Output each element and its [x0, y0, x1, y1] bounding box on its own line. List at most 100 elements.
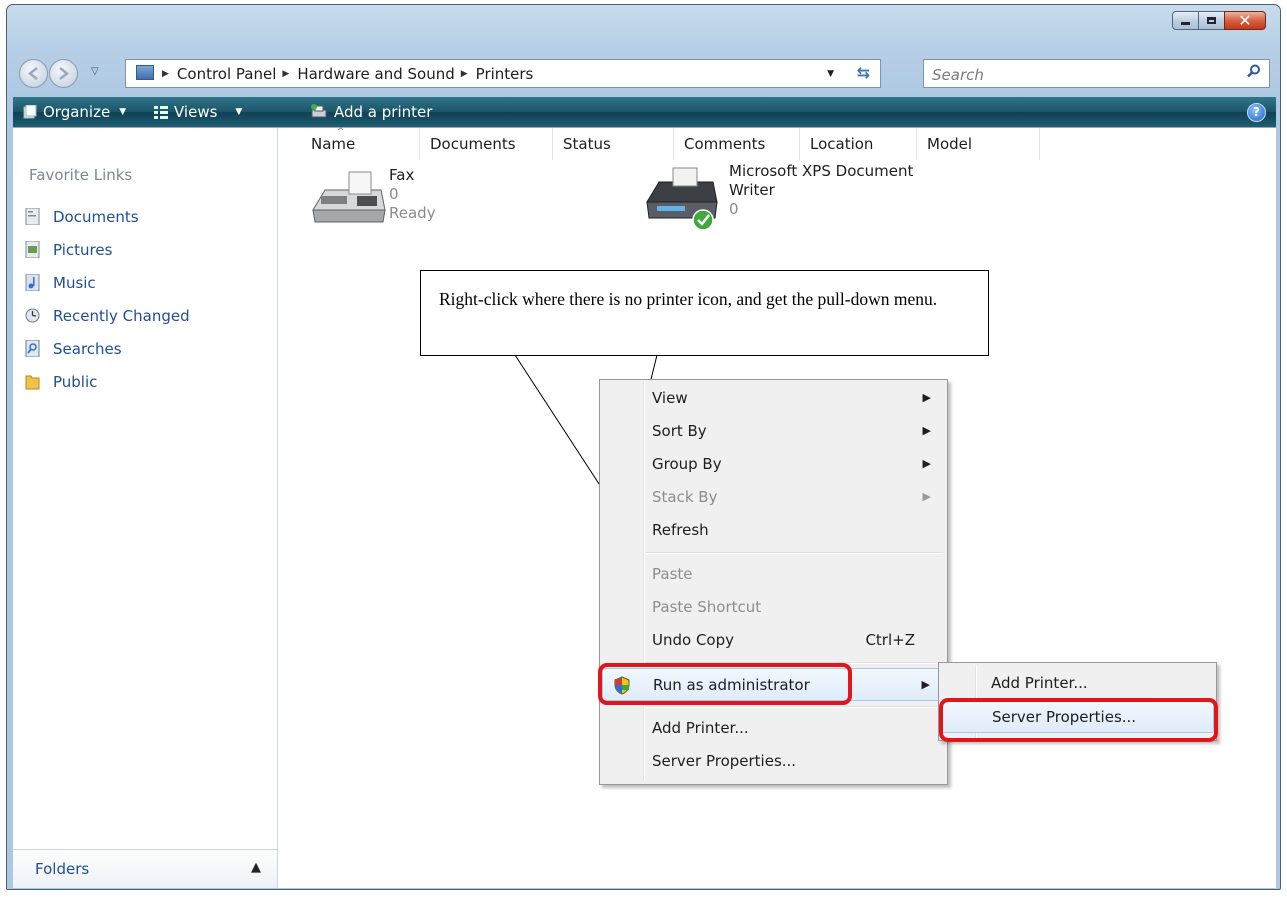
address-dropdown-icon[interactable]: ▼	[827, 69, 834, 79]
views-button[interactable]: Views ▼	[154, 103, 242, 121]
menu-item-label: Refresh	[652, 521, 709, 539]
printer-status: Ready	[389, 204, 436, 222]
menu-item-label: Paste	[652, 565, 693, 583]
uac-shield-icon	[614, 676, 630, 695]
menu-item-add-printer[interactable]: Add Printer...	[602, 712, 945, 745]
back-arrow-icon	[27, 67, 38, 80]
music-icon	[25, 274, 40, 291]
close-icon: ✕	[1238, 10, 1252, 30]
column-header-model[interactable]: Model	[917, 128, 1040, 160]
printer-item-xps[interactable]: Microsoft XPS Document Writer 0	[643, 162, 913, 232]
menu-item-label: Server Properties...	[652, 752, 797, 770]
add-printer-button[interactable]: Add a printer	[310, 103, 432, 121]
nav-item-label: Recently Changed	[53, 306, 190, 325]
maximize-icon	[1207, 17, 1216, 24]
nav-item-label: Music	[53, 273, 96, 292]
column-header-label: Name	[311, 135, 356, 153]
menu-item-run-as-administrator[interactable]: Run as administrator ▶	[602, 668, 945, 701]
search-input[interactable]	[930, 63, 1234, 86]
menu-item-view[interactable]: View ▶	[602, 382, 945, 415]
menu-item-label: View	[652, 389, 688, 407]
chevron-up-icon: ▲	[251, 860, 261, 875]
printer-name: Fax	[389, 166, 415, 184]
menu-item-refresh[interactable]: Refresh	[602, 514, 945, 547]
context-menu: View ▶ Sort By ▶ Group By ▶ Stack By ▶ R…	[599, 379, 948, 785]
organize-button[interactable]: Organize ▼	[23, 103, 126, 121]
close-button[interactable]: ✕	[1224, 11, 1266, 30]
recently-changed-icon	[25, 308, 40, 323]
breadcrumb: ▶ Control Panel ▶ Hardware and Sound ▶ P…	[160, 65, 537, 83]
nav-item-pictures[interactable]: Pictures	[25, 233, 190, 266]
breadcrumb-arrow-icon[interactable]: ▶	[282, 69, 289, 79]
submenu-arrow-icon: ▶	[922, 457, 931, 470]
fax-icon	[312, 171, 386, 223]
favorite-links-title: Favorite Links	[29, 166, 133, 184]
forward-button[interactable]	[49, 59, 78, 88]
back-button[interactable]	[19, 59, 48, 88]
recent-pages-dropdown[interactable]: ▽	[91, 66, 99, 77]
nav-item-recently-changed[interactable]: Recently Changed	[25, 299, 190, 332]
menu-item-label: Add Printer...	[652, 719, 749, 737]
refresh-icon[interactable]: ⇆	[857, 63, 870, 82]
control-panel-icon	[136, 65, 154, 80]
caption-buttons: ✕	[1172, 11, 1266, 30]
menu-item-label: Add Printer...	[991, 674, 1088, 692]
nav-item-label: Documents	[53, 207, 139, 226]
organize-icon	[23, 105, 37, 119]
nav-item-label: Pictures	[53, 240, 113, 259]
submenu-item-add-printer[interactable]: Add Printer...	[941, 667, 1214, 700]
menu-item-paste-shortcut[interactable]: Paste Shortcut	[602, 591, 945, 624]
menu-item-undo-copy[interactable]: Undo Copy Ctrl+Z	[602, 624, 945, 657]
breadcrumb-arrow-icon[interactable]: ▶	[162, 69, 169, 79]
address-bar[interactable]: ▶ Control Panel ▶ Hardware and Sound ▶ P…	[125, 59, 881, 88]
column-header-documents[interactable]: Documents	[420, 128, 553, 160]
breadcrumb-printers[interactable]: Printers	[476, 65, 534, 83]
menu-item-sort-by[interactable]: Sort By ▶	[602, 415, 945, 448]
column-header-name[interactable]: ^ Name	[301, 127, 420, 160]
pictures-icon	[25, 241, 40, 258]
nav-item-music[interactable]: Music	[25, 266, 190, 299]
menu-item-label: Group By	[652, 455, 722, 473]
column-headers: ^ Name Documents Status Comments Locatio…	[301, 127, 1040, 160]
views-icon	[154, 106, 168, 119]
submenu-arrow-icon: ▶	[922, 391, 931, 404]
menu-item-server-properties[interactable]: Server Properties...	[602, 745, 945, 778]
printer-details: Fax 0 Ready	[389, 166, 436, 228]
favorite-links-list: Documents Pictures Music Recently Change…	[25, 200, 190, 398]
help-icon[interactable]: ?	[1247, 103, 1266, 122]
printer-details: Microsoft XPS Document Writer 0	[729, 162, 913, 232]
minimize-button[interactable]	[1172, 11, 1199, 30]
column-header-location[interactable]: Location	[800, 128, 917, 160]
documents-icon	[25, 208, 40, 225]
menu-item-label: Sort By	[652, 422, 707, 440]
folders-toggle[interactable]: Folders ▲	[13, 849, 277, 888]
submenu-arrow-icon: ▶	[921, 678, 930, 691]
nav-item-documents[interactable]: Documents	[25, 200, 190, 233]
column-header-label: Documents	[430, 135, 516, 153]
search-box[interactable]	[923, 59, 1270, 88]
printer-name-line2: Writer	[729, 181, 775, 199]
column-header-status[interactable]: Status	[553, 128, 674, 160]
menu-item-label: Undo Copy	[652, 631, 735, 649]
breadcrumb-hardware-and-sound[interactable]: Hardware and Sound	[297, 65, 454, 83]
nav-item-searches[interactable]: Searches	[25, 332, 190, 365]
chevron-down-icon: ▼	[119, 107, 127, 117]
chevron-down-icon: ▼	[235, 107, 243, 117]
searches-icon	[25, 340, 40, 357]
maximize-button[interactable]	[1198, 11, 1225, 30]
column-header-comments[interactable]: Comments	[674, 128, 800, 160]
folders-label: Folders	[35, 860, 90, 878]
column-header-label: Comments	[684, 135, 766, 153]
nav-item-public[interactable]: Public	[25, 365, 190, 398]
breadcrumb-arrow-icon[interactable]: ▶	[461, 69, 468, 79]
search-icon[interactable]	[1247, 64, 1261, 78]
printer-documents: 0	[729, 200, 739, 218]
menu-item-paste[interactable]: Paste	[602, 558, 945, 591]
command-bar: Organize ▼ Views ▼ Add a printer ?	[13, 97, 1276, 127]
submenu-item-server-properties[interactable]: Server Properties...	[941, 700, 1214, 733]
navigation-pane: Favorite Links Documents Pictures Music …	[13, 128, 278, 888]
menu-item-stack-by[interactable]: Stack By ▶	[602, 481, 945, 514]
menu-item-group-by[interactable]: Group By ▶	[602, 448, 945, 481]
breadcrumb-control-panel[interactable]: Control Panel	[177, 65, 276, 83]
printer-item-fax[interactable]: Fax 0 Ready	[307, 166, 436, 228]
